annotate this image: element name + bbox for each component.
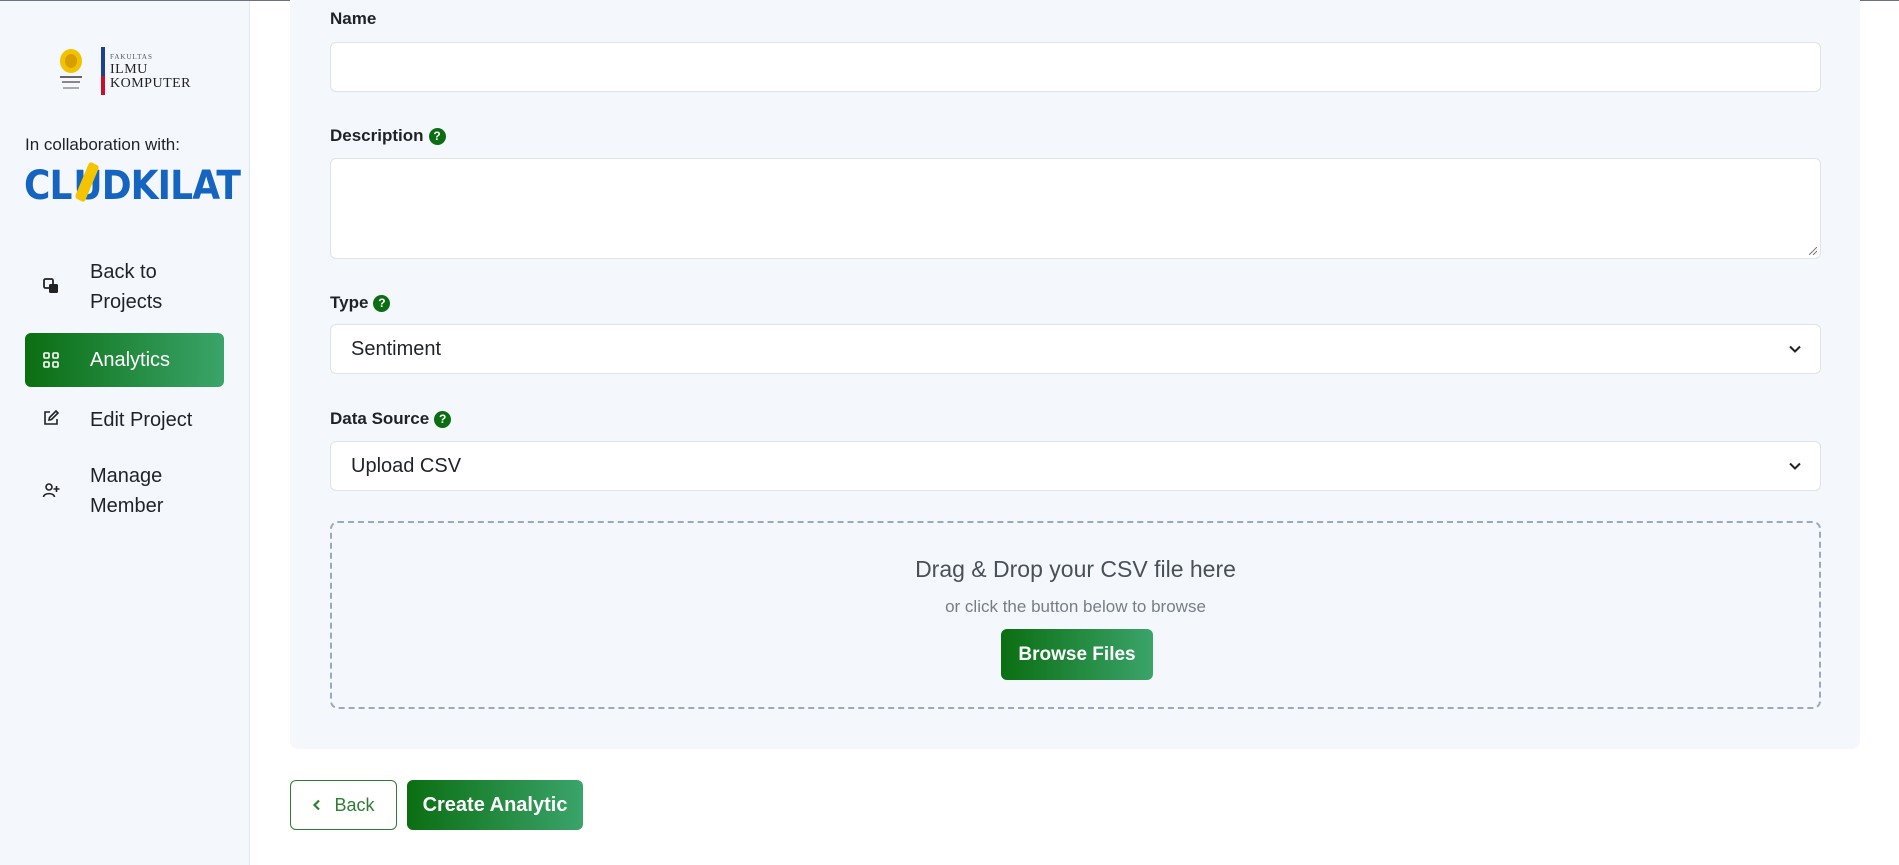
collaboration-text: In collaboration with: — [25, 135, 180, 154]
logo-divider — [101, 47, 105, 95]
sidebar-item-label: Edit Project — [90, 409, 193, 431]
sidebar-item-edit-project[interactable]: Edit Project — [25, 403, 224, 437]
faculty-small-text: FAKULTAS — [110, 53, 153, 61]
copy-icon — [43, 278, 58, 293]
name-input[interactable] — [330, 42, 1821, 92]
chevron-down-icon — [1789, 462, 1801, 470]
dropzone-title: Drag & Drop your CSV file here — [915, 556, 1236, 582]
type-label: Type ? — [330, 293, 391, 313]
description-textarea[interactable] — [330, 158, 1821, 259]
back-button[interactable]: Back — [290, 780, 397, 830]
data-source-label-text: Data Source — [330, 409, 430, 428]
cloudkilat-logo: CL UDKILAT — [24, 161, 241, 211]
chevron-down-icon — [1789, 345, 1801, 353]
browse-files-button[interactable]: Browse Files — [1001, 629, 1153, 680]
dropzone-subtitle: or click the button below to browse — [945, 597, 1206, 616]
sidebar-item-manage-member[interactable]: Manage Member — [25, 459, 224, 523]
description-label-text: Description — [330, 126, 424, 145]
data-source-select-value: Upload CSV — [351, 454, 462, 477]
logo-text-pre: CL — [24, 163, 72, 209]
sidebar-item-label: Back to Projects — [90, 261, 163, 313]
logo-text-post: UDKILAT — [73, 163, 241, 209]
university-seal-icon — [60, 49, 82, 89]
edit-icon — [44, 409, 60, 425]
sidebar-item-analytics[interactable]: Analytics — [25, 333, 224, 387]
help-icon[interactable]: ? — [373, 294, 391, 312]
sidebar: FAKULTAS ILMU KOMPUTER In collaboration … — [0, 1, 250, 865]
chevron-left-icon — [313, 799, 321, 811]
name-label-text: Name — [330, 9, 377, 28]
grid-icon — [43, 352, 59, 368]
description-label: Description ? — [330, 126, 446, 146]
sidebar-item-back-to-projects[interactable]: Back to Projects — [25, 255, 224, 319]
type-select[interactable]: Sentiment — [330, 324, 1821, 374]
help-icon[interactable]: ? — [428, 127, 446, 145]
sidebar-item-label: Analytics — [90, 349, 171, 371]
user-plus-icon — [42, 483, 60, 498]
faculty-logo: FAKULTAS ILMU KOMPUTER — [52, 45, 202, 97]
type-label-text: Type — [330, 293, 369, 312]
csv-dropzone[interactable]: Drag & Drop your CSV file here or click … — [330, 521, 1821, 709]
data-source-label: Data Source ? — [330, 409, 452, 429]
resize-handle-icon[interactable] — [1809, 247, 1817, 255]
faculty-line2: KOMPUTER — [110, 76, 192, 91]
data-source-select[interactable]: Upload CSV — [330, 441, 1821, 491]
sidebar-item-label: Manage Member — [90, 465, 164, 517]
help-icon[interactable]: ? — [434, 410, 452, 428]
type-select-value: Sentiment — [351, 337, 442, 360]
name-label: Name — [330, 9, 376, 29]
back-button-label: Back — [334, 794, 375, 815]
create-analytic-button[interactable]: Create Analytic — [407, 780, 583, 830]
